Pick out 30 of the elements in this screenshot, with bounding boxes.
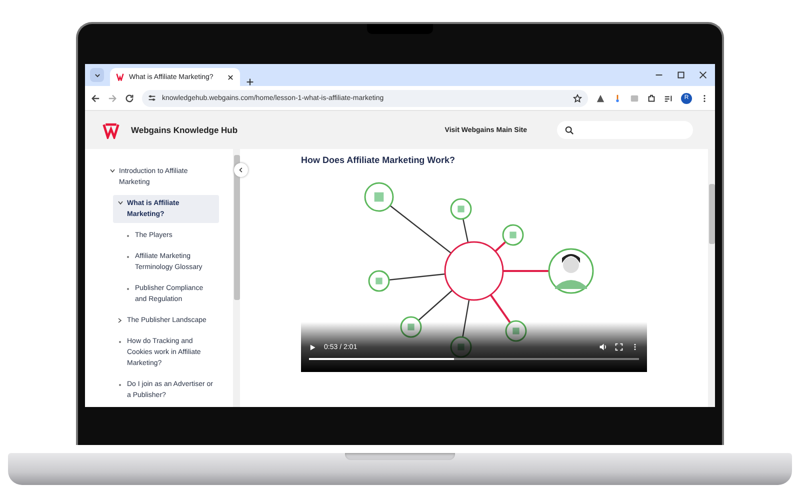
star-icon[interactable] bbox=[573, 94, 582, 102]
logo-icon bbox=[116, 73, 124, 81]
close-icon[interactable] bbox=[227, 74, 234, 80]
close-icon[interactable] bbox=[699, 71, 707, 79]
chevron-right-icon[interactable] bbox=[118, 318, 122, 323]
reload-icon[interactable] bbox=[125, 94, 134, 102]
play-icon[interactable] bbox=[309, 344, 316, 350]
extensions-icon[interactable] bbox=[647, 94, 656, 102]
search-field[interactable] bbox=[557, 121, 693, 139]
chevron-down-icon bbox=[94, 72, 100, 78]
chevron-left-icon bbox=[238, 167, 244, 173]
collapse-sidebar-button[interactable] bbox=[234, 163, 248, 177]
chevron-down-icon[interactable] bbox=[118, 201, 122, 205]
search-icon bbox=[565, 126, 574, 134]
chevron-down-icon[interactable] bbox=[110, 169, 114, 173]
site-title[interactable]: Webgains Knowledge Hub bbox=[131, 125, 238, 135]
volume-icon[interactable] bbox=[599, 343, 607, 351]
scrollbar[interactable] bbox=[233, 149, 240, 407]
tune-icon[interactable] bbox=[148, 94, 156, 102]
back-icon[interactable] bbox=[91, 94, 100, 102]
section-heading: How Does Affiliate Marketing Work? bbox=[301, 155, 456, 165]
scrollbar[interactable] bbox=[708, 149, 715, 407]
pin-icon[interactable] bbox=[613, 94, 622, 102]
triangle-icon[interactable] bbox=[596, 94, 605, 102]
plus-icon[interactable] bbox=[246, 78, 254, 86]
camera-notch bbox=[367, 24, 433, 34]
tab-search-button[interactable] bbox=[90, 68, 104, 82]
webgains-logo-icon[interactable] bbox=[101, 121, 121, 139]
fullscreen-icon[interactable] bbox=[615, 343, 623, 351]
maximize-icon[interactable] bbox=[677, 71, 685, 79]
